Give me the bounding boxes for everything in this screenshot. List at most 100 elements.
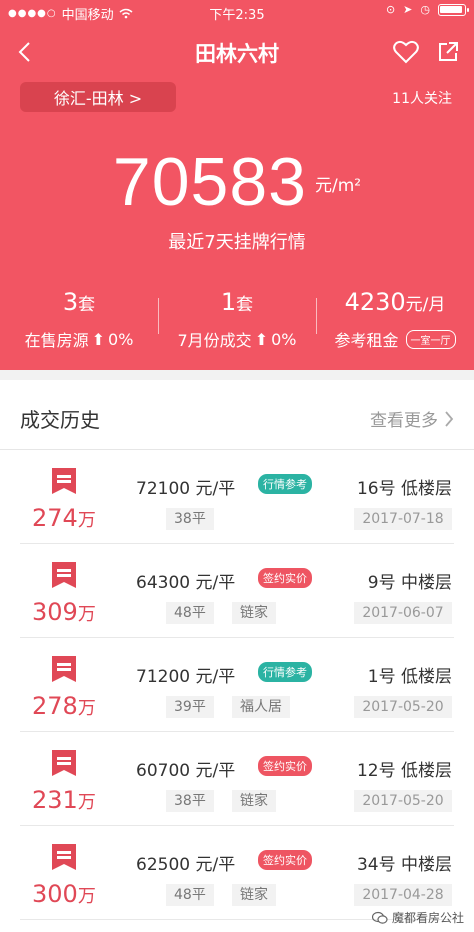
total-price-value: 309: [32, 598, 78, 626]
back-arrow-icon: [18, 42, 30, 62]
stat-value: 4230: [344, 288, 406, 316]
watermark: 魔都看房公社: [371, 909, 464, 926]
stats-bar: 3套 在售房源 ⬆ 0% 1套 7月份成交 ⬆ 0% 4230元/月 参考租金 一室一厅: [0, 286, 474, 350]
back-button[interactable]: [6, 34, 42, 70]
agency-chip: 链家: [232, 790, 276, 812]
building-floor: 1号 低楼层: [367, 667, 452, 687]
deal-date: 2017-07-18: [354, 508, 452, 530]
stat-change: 0%: [271, 329, 297, 349]
total-price: 274万: [32, 504, 96, 532]
history-row[interactable]: 278万 71200 元/平 行情参考 39平 福人居 1号 低楼层 2017-…: [20, 638, 454, 732]
followers-count: 11人关注: [392, 91, 452, 107]
up-arrow-icon: ⬆: [91, 329, 106, 349]
building-floor: 16号 低楼层: [356, 479, 452, 499]
total-price: 231万: [32, 786, 96, 814]
source-badge: 行情参考: [258, 662, 312, 682]
history-row[interactable]: 231万 60700 元/平 签约实价 38平 链家 12号 低楼层 2017-…: [20, 732, 454, 826]
stat-rent[interactable]: 4230元/月 参考租金 一室一厅: [316, 286, 474, 350]
unit-price: 71200 元/平: [136, 667, 236, 687]
area-chip: 39平: [166, 696, 214, 718]
share-icon: [439, 42, 458, 61]
unit-price: 72100 元/平: [136, 479, 236, 499]
district-button[interactable]: 徐汇-田林 >: [20, 82, 176, 112]
history-header: 成交历史 查看更多: [0, 380, 474, 450]
stat-label: 参考租金: [334, 331, 399, 350]
location-icon: ➤: [403, 3, 413, 16]
chevron-right-icon: [445, 410, 454, 427]
total-price-unit: 万: [77, 792, 96, 813]
total-price: 278万: [32, 692, 96, 720]
total-price: 300万: [32, 880, 96, 908]
house-tag-icon: [52, 844, 76, 870]
house-tag-icon: [52, 656, 76, 682]
rotation-lock-icon: ⊙: [385, 3, 396, 16]
source-badge: 签约实价: [258, 850, 312, 870]
deal-date: 2017-06-07: [354, 602, 452, 624]
total-price-value: 274: [32, 504, 78, 532]
building-floor: 12号 低楼层: [356, 761, 452, 781]
unit-price: 62500 元/平: [136, 855, 236, 875]
share-button[interactable]: [432, 36, 464, 68]
total-price: 309万: [32, 598, 96, 626]
deal-date: 2017-05-20: [354, 696, 452, 718]
average-price-value: 70583: [112, 144, 307, 220]
hero-header: ●●●●○ 中国移动 下午2:35 ⊙ ➤ ◷ 田林六村 徐汇-田林 > 11人…: [0, 0, 474, 370]
history-row[interactable]: 274万 72100 元/平 行情参考 38平 16号 低楼层 2017-07-…: [20, 450, 454, 544]
transaction-history: 成交历史 查看更多 274万 72100 元/平 行情参考 38平 16号 低楼…: [0, 380, 474, 932]
total-price-value: 300: [32, 880, 78, 908]
house-tag-icon: [52, 468, 76, 494]
stat-on-sale[interactable]: 3套 在售房源 ⬆ 0%: [0, 286, 158, 350]
nav-bar: 田林六村: [0, 30, 474, 74]
unit-price: 64300 元/平: [136, 573, 236, 593]
building-floor: 9号 中楼层: [367, 573, 452, 593]
price-subtitle: 最近7天挂牌行情: [168, 232, 306, 253]
house-tag-icon: [52, 562, 76, 588]
total-price-unit: 万: [77, 604, 96, 625]
area-chip: 38平: [166, 790, 214, 812]
deal-date: 2017-04-28: [354, 884, 452, 906]
source-badge: 签约实价: [258, 568, 312, 588]
house-tag-icon: [52, 750, 76, 776]
average-price: 70583 元/m²: [0, 140, 474, 224]
total-price-value: 278: [32, 692, 78, 720]
area-chip: 48平: [166, 884, 214, 906]
stat-unit: 套: [236, 295, 254, 315]
agency-chip: 链家: [232, 884, 276, 906]
total-price-unit: 万: [77, 698, 96, 719]
source-badge: 签约实价: [258, 756, 312, 776]
battery-icon: [438, 3, 469, 16]
up-arrow-icon: ⬆: [254, 329, 269, 349]
total-price-unit: 万: [77, 510, 96, 531]
area-chip: 38平: [166, 508, 214, 530]
heart-icon: [393, 40, 419, 64]
stat-value: 1: [220, 288, 237, 316]
area-chip: 48平: [166, 602, 214, 624]
building-floor: 34号 中楼层: [356, 855, 452, 875]
unit-price: 60700 元/平: [136, 761, 236, 781]
view-more-label: 查看更多: [370, 411, 438, 431]
agency-chip: 福人居: [232, 696, 290, 718]
history-row[interactable]: 309万 64300 元/平 签约实价 48平 链家 9号 中楼层 2017-0…: [20, 544, 454, 638]
stat-label: 7月份成交: [177, 331, 252, 350]
average-price-unit: 元/m²: [314, 176, 362, 196]
source-badge: 行情参考: [258, 474, 312, 494]
total-price-unit: 万: [77, 886, 96, 907]
stat-unit: 套: [78, 295, 96, 315]
alarm-icon: ◷: [420, 3, 430, 16]
room-type-tag: 一室一厅: [405, 329, 456, 349]
stat-change: 0%: [108, 329, 134, 349]
status-bar: ●●●●○ 中国移动 下午2:35 ⊙ ➤ ◷: [0, 0, 474, 24]
stat-sold[interactable]: 1套 7月份成交 ⬆ 0%: [158, 286, 316, 350]
deal-date: 2017-05-20: [354, 790, 452, 812]
stat-label: 在售房源: [24, 331, 89, 350]
stat-value: 3: [62, 288, 79, 316]
stat-unit: 元/月: [405, 295, 446, 315]
favorite-button[interactable]: [390, 36, 422, 68]
agency-chip: 链家: [232, 602, 276, 624]
wechat-icon: [371, 911, 388, 924]
total-price-value: 231: [32, 786, 78, 814]
view-more-link[interactable]: 查看更多: [370, 406, 454, 431]
history-title: 成交历史: [20, 408, 100, 432]
history-row[interactable]: 300万 62500 元/平 签约实价 48平 链家 34号 中楼层 2017-…: [20, 826, 454, 920]
watermark-text: 魔都看房公社: [391, 911, 464, 925]
